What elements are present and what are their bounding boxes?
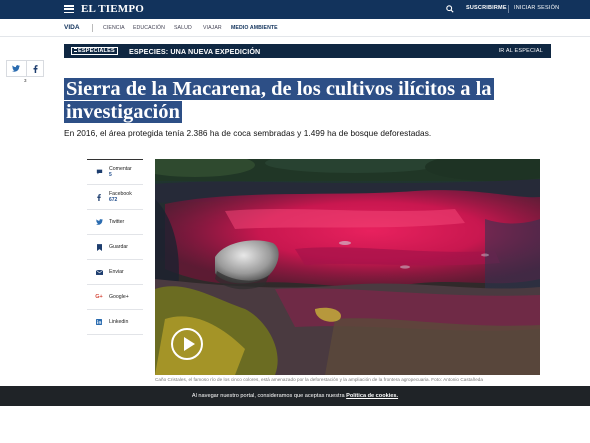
- nav-item-educacion[interactable]: EDUCACIÓN: [133, 25, 165, 31]
- article-title: Sierra de la Macarena, de los cultivos i…: [64, 78, 554, 124]
- twitter-icon: [12, 65, 20, 72]
- play-video-button[interactable]: [171, 328, 203, 360]
- twitter-icon: [95, 218, 103, 226]
- especiales-badge: ESPECIALES: [71, 47, 118, 55]
- article-title-line2: investigación: [64, 101, 182, 123]
- linkedin-icon: [95, 318, 103, 326]
- header-divider: [508, 5, 509, 13]
- facebook-label: Facebook 672: [109, 191, 132, 203]
- facebook-button[interactable]: Facebook 672: [87, 185, 143, 210]
- nav-item-medio-ambiente[interactable]: MEDIO AMBIENTE: [231, 25, 278, 31]
- article-title-line1: Sierra de la Macarena, de los cultivos i…: [64, 78, 494, 100]
- google-plus-button[interactable]: G+ Google+: [87, 285, 143, 310]
- site-logo[interactable]: EL TIEMPO: [81, 2, 144, 16]
- twitter-label: Twitter: [109, 219, 125, 225]
- google-plus-icon: G+: [95, 294, 103, 300]
- share-count: 3: [24, 78, 27, 83]
- linkedin-button[interactable]: Linkedin: [87, 310, 143, 335]
- comment-count: 5: [109, 172, 112, 178]
- special-banner[interactable]: ESPECIALES ESPECIES: UNA NUEVA EXPEDICIÓ…: [64, 44, 551, 58]
- nav-item-viajar[interactable]: VIAJAR: [203, 25, 222, 31]
- side-share-list: Comentar 5 Facebook 672 Twitter Guardar En…: [87, 159, 143, 335]
- mail-icon: [95, 268, 103, 276]
- bookmark-icon: [95, 243, 103, 251]
- especiales-badge-label: ESPECIALES: [78, 48, 115, 54]
- facebook-icon: [33, 64, 38, 73]
- article-main-video[interactable]: [155, 159, 540, 375]
- facebook-count: 672: [109, 197, 118, 203]
- share-box: [6, 60, 44, 77]
- cookie-policy-link[interactable]: Política de cookies.: [346, 393, 398, 399]
- search-icon[interactable]: [446, 5, 454, 13]
- section-nav: VIDA CIENCIA EDUCACIÓN SALUD VIAJAR MEDI…: [0, 19, 590, 37]
- twitter-button[interactable]: Twitter: [87, 210, 143, 235]
- cano-cristales-photo: [155, 159, 540, 375]
- send-label: Enviar: [109, 269, 124, 275]
- section-title[interactable]: VIDA: [64, 24, 80, 31]
- play-icon: [184, 337, 195, 351]
- login-button[interactable]: INICIAR SESIÓN: [514, 5, 559, 11]
- cookie-bar: Al navegar nuestro portal, consideramos …: [0, 386, 590, 406]
- cookie-message: Al navegar nuestro portal, consideramos …: [0, 393, 590, 399]
- share-twitter-button[interactable]: [7, 61, 25, 76]
- photo-caption: Caño Cristales, el famoso río de los cin…: [155, 377, 484, 382]
- cookie-text: Al navegar nuestro portal, consideramos …: [191, 393, 345, 399]
- go-to-special-link[interactable]: IR AL ESPECIAL: [499, 48, 543, 54]
- save-button[interactable]: Guardar: [87, 235, 143, 260]
- save-label: Guardar: [109, 244, 129, 250]
- subscribe-button[interactable]: SUSCRIBIRME: [466, 5, 507, 11]
- nav-item-ciencia[interactable]: CIENCIA: [103, 25, 125, 31]
- hamburger-menu-icon[interactable]: [64, 5, 74, 13]
- top-header: EL TIEMPO SUSCRIBIRME INICIAR SESIÓN: [0, 0, 590, 19]
- comment-label: Comentar 5: [109, 166, 132, 178]
- nav-item-salud[interactable]: SALUD: [174, 25, 192, 31]
- badge-lines-icon: [74, 48, 77, 52]
- linkedin-label: Linkedin: [109, 319, 129, 325]
- page: EL TIEMPO SUSCRIBIRME INICIAR SESIÓN VID…: [0, 0, 590, 443]
- facebook-icon: [95, 193, 103, 201]
- article-subtitle: En 2016, el área protegida tenía 2.386 h…: [64, 128, 432, 138]
- google-plus-label: Google+: [109, 294, 129, 300]
- share-facebook-button[interactable]: [26, 61, 44, 76]
- special-title[interactable]: ESPECIES: UNA NUEVA EXPEDICIÓN: [129, 47, 260, 56]
- comment-icon: [95, 168, 103, 176]
- section-divider: [92, 24, 93, 32]
- comment-button[interactable]: Comentar 5: [87, 160, 143, 185]
- send-button[interactable]: Enviar: [87, 260, 143, 285]
